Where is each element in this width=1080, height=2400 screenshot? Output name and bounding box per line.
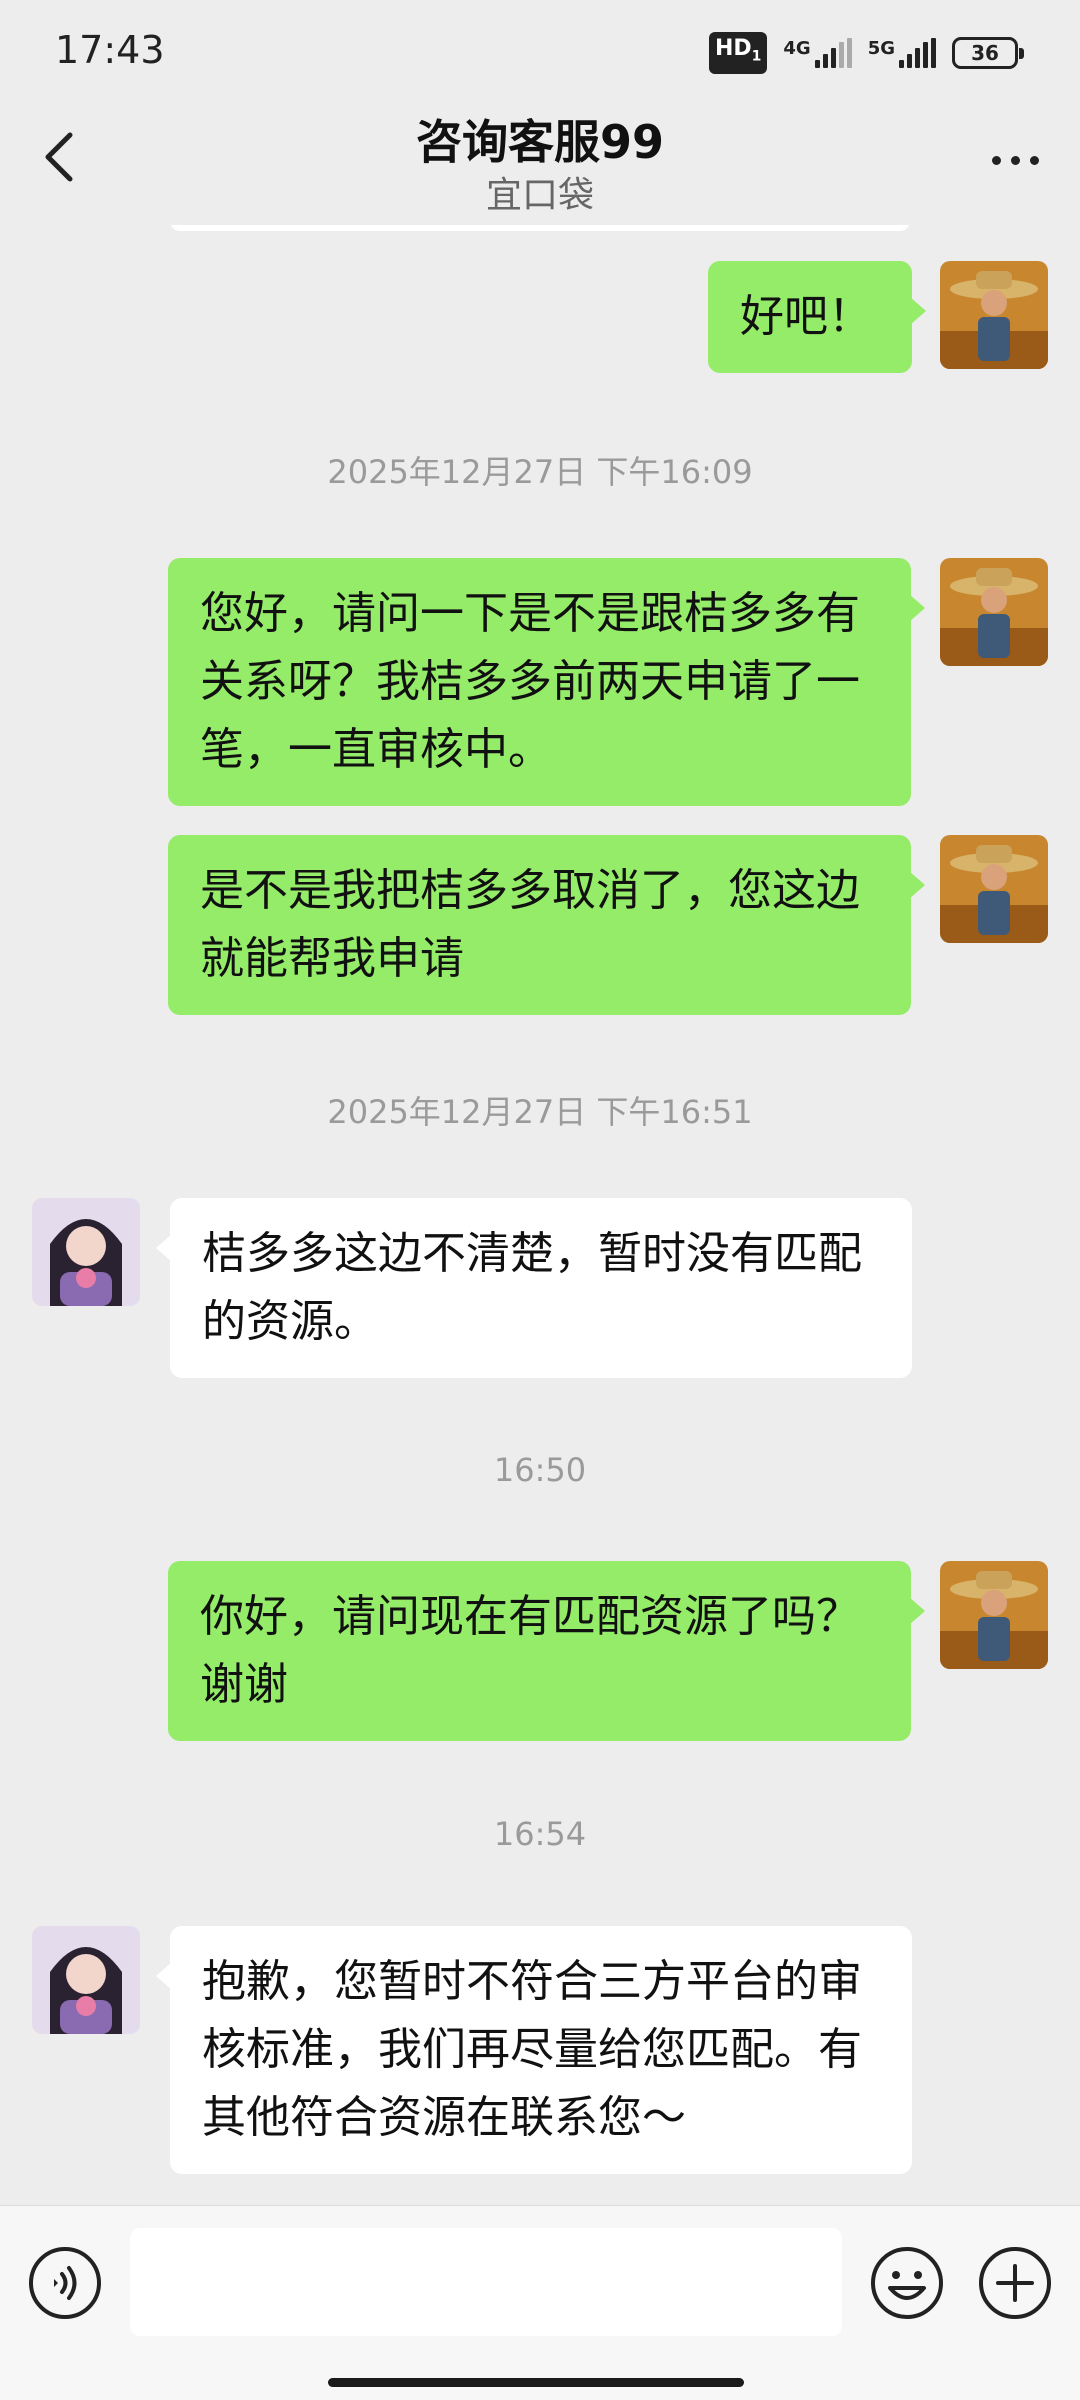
chat-subtitle: 宜口袋 <box>485 175 594 216</box>
message-input[interactable] <box>130 2228 842 2336</box>
home-indicator[interactable] <box>328 2378 744 2387</box>
my-avatar[interactable] <box>940 1561 1048 1669</box>
emoji-icon <box>871 2247 943 2319</box>
status-icons: HD1 4G 5G 36 <box>708 30 1024 76</box>
received-message-bubble[interactable]: 桔多多这边不清楚，暂时没有匹配的资源。 <box>156 1198 912 1378</box>
my-avatar[interactable] <box>940 835 1048 943</box>
user-avatar-icon <box>940 558 1048 666</box>
more-functions-button[interactable] <box>978 2246 1052 2320</box>
sent-message-bubble[interactable]: 好吧！ <box>708 261 926 373</box>
input-bar <box>0 2205 1080 2400</box>
battery-icon: 36 <box>952 37 1024 69</box>
user-avatar-icon <box>940 261 1048 369</box>
contact-avatar[interactable] <box>32 1926 140 2034</box>
signal-5g-icon: 5G <box>868 38 936 68</box>
message-list[interactable]: 好吧！ 2025年12月27日 下午16:09 您好，请问一下是不是跟桔多多有关… <box>0 225 1080 2205</box>
contact-avatar[interactable] <box>32 1198 140 1306</box>
status-time: 17:43 <box>55 28 165 72</box>
chat-header: 咨询客服99 宜口袋 <box>0 100 1080 225</box>
message-timestamp: 16:50 <box>493 1451 587 1489</box>
user-avatar-icon <box>940 835 1048 943</box>
more-dot-icon <box>1029 155 1039 165</box>
my-avatar[interactable] <box>940 558 1048 666</box>
previous-message-fragment <box>170 225 910 231</box>
sent-message-bubble[interactable]: 是不是我把桔多多取消了，您这边就能帮我申请 <box>168 835 925 1015</box>
contact-avatar-icon <box>32 1198 140 1306</box>
emoji-button[interactable] <box>870 2246 944 2320</box>
contact-avatar-icon <box>32 1926 140 2034</box>
signal-4g-icon: 4G <box>783 38 852 68</box>
more-options-button[interactable] <box>980 140 1050 180</box>
message-timestamp: 2025年12月27日 下午16:09 <box>327 453 753 491</box>
status-bar: 17:43 HD1 4G 5G 36 <box>0 0 1080 100</box>
sent-message-bubble[interactable]: 你好，请问现在有匹配资源了吗？谢谢 <box>168 1561 925 1741</box>
received-message-bubble[interactable]: 抱歉，您暂时不符合三方平台的审核标准，我们再尽量给您匹配。有其他符合资源在联系您… <box>156 1926 912 2174</box>
message-timestamp: 16:54 <box>493 1815 587 1853</box>
voice-input-button[interactable] <box>28 2246 102 2320</box>
hd-voice-badge: HD1 <box>708 32 768 74</box>
more-dot-icon <box>991 155 1001 165</box>
more-dot-icon <box>1010 155 1020 165</box>
sent-message-bubble[interactable]: 您好，请问一下是不是跟桔多多有关系呀？我桔多多前两天申请了一笔，一直审核中。 <box>168 558 925 806</box>
message-timestamp: 2025年12月27日 下午16:51 <box>327 1093 753 1131</box>
my-avatar[interactable] <box>940 261 1048 369</box>
user-avatar-icon <box>940 1561 1048 1669</box>
chat-title: 咨询客服99 <box>415 115 664 169</box>
plus-icon <box>979 2247 1051 2319</box>
voice-icon <box>29 2247 101 2319</box>
